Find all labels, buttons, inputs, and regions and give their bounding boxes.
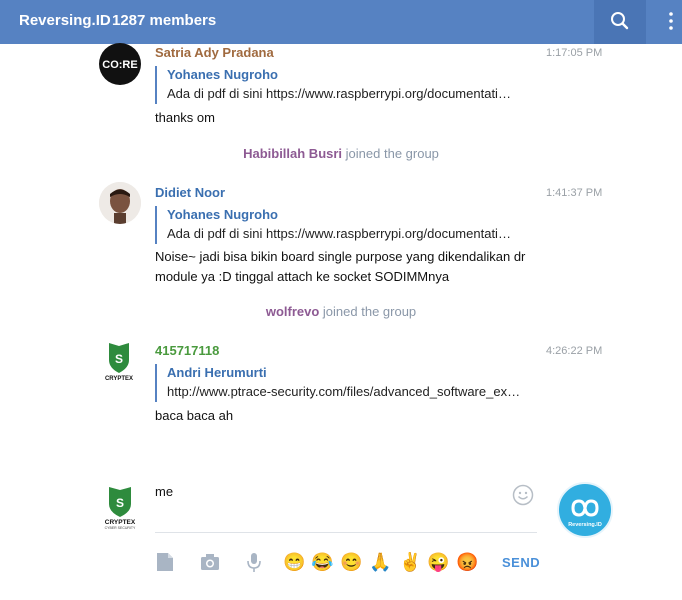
emoji-wink-tongue[interactable]: 😜 <box>427 551 449 573</box>
emoji-blush[interactable]: 😊 <box>340 551 362 573</box>
message-input[interactable]: me <box>155 484 537 533</box>
reply-text: http://www.ptrace-security.com/files/adv… <box>167 384 521 399</box>
service-user[interactable]: Habibillah Busri <box>243 146 342 161</box>
camera-icon <box>201 554 219 570</box>
message-text: Noise~ jadi bisa bikin board single purp… <box>155 247 545 287</box>
core-logo-icon: CO:RE <box>102 59 137 71</box>
logo-text: Reversing.ID <box>568 522 602 528</box>
avatar-logo-text: CRYPTEX <box>105 519 136 526</box>
avatar-logo-subtext: CYBER SECURITY <box>105 526 136 530</box>
document-icon <box>157 553 173 571</box>
my-avatar[interactable]: S CRYPTEX CYBER SECURITY <box>99 486 141 530</box>
chat-header: Reversing.ID 1287 members <box>0 0 682 44</box>
search-icon <box>611 12 629 30</box>
service-user[interactable]: wolfrevo <box>266 304 319 319</box>
search-button[interactable] <box>594 0 646 44</box>
user-photo-icon <box>99 182 141 224</box>
reply-quote[interactable]: Yohanes Nugroho Ada di pdf di sini https… <box>155 66 537 104</box>
service-message: wolfrevo joined the group <box>0 304 682 319</box>
avatar[interactable]: CO:RE <box>99 43 141 85</box>
message-text-line: module ya :D tinggal attach ke socket SO… <box>155 269 450 284</box>
member-count[interactable]: 1287 members <box>112 12 216 29</box>
send-button[interactable]: SEND <box>502 555 540 570</box>
reply-author: Yohanes Nugroho <box>167 67 278 82</box>
voice-record-button[interactable] <box>243 551 265 573</box>
message-text-line: Noise~ jadi bisa bikin board single purp… <box>155 249 526 264</box>
cryptex-logo-icon: S CRYPTEX <box>105 343 133 382</box>
reply-quote[interactable]: Andri Herumurti http://www.ptrace-securi… <box>155 364 537 402</box>
reply-text: Ada di pdf di sini https://www.raspberry… <box>167 226 511 241</box>
cryptex-logo-icon: S CRYPTEX CYBER SECURITY <box>105 487 136 530</box>
avatar-logo-text: CO:RE <box>102 59 137 71</box>
message-text: baca baca ah <box>155 408 234 423</box>
emoji-grin[interactable]: 😁 <box>283 551 305 573</box>
avatar[interactable] <box>99 182 141 224</box>
reply-author: Yohanes Nugroho <box>167 207 278 222</box>
sender-name[interactable]: Didiet Noor <box>155 185 225 200</box>
attach-photo-button[interactable] <box>199 551 221 573</box>
sender-name[interactable]: Satria Ady Pradana <box>155 45 274 60</box>
more-vertical-icon <box>669 12 673 30</box>
message-time: 1:41:37 PM <box>546 187 603 199</box>
service-message: Habibillah Busri joined the group <box>0 146 682 161</box>
emoji-victory[interactable]: ✌ <box>399 551 421 573</box>
emoji-pray[interactable]: 🙏 <box>369 551 391 573</box>
chat-title[interactable]: Reversing.ID <box>19 12 111 29</box>
avatar-logo-text: CRYPTEX <box>105 376 133 382</box>
more-menu-button[interactable] <box>660 0 682 44</box>
service-action: joined the group <box>322 304 417 319</box>
reversing-id-logo: Reversing.ID <box>557 482 613 538</box>
reply-text: Ada di pdf di sini https://www.raspberry… <box>167 86 511 101</box>
microphone-icon <box>247 553 261 572</box>
attach-file-button[interactable] <box>154 551 176 573</box>
reply-author: Andri Herumurti <box>167 365 267 380</box>
avatar[interactable]: S CRYPTEX <box>99 340 141 382</box>
sender-name[interactable]: 415717118 <box>155 343 219 358</box>
reply-quote[interactable]: Yohanes Nugroho Ada di pdf di sini https… <box>155 206 537 244</box>
message-time: 1:17:05 PM <box>546 47 603 59</box>
message-time: 4:26:22 PM <box>546 345 603 357</box>
smiley-icon <box>512 484 534 506</box>
svg-text:S: S <box>115 352 123 366</box>
infinity-logo-icon: Reversing.ID <box>568 499 602 528</box>
svg-text:S: S <box>116 496 124 510</box>
message-text: thanks om <box>155 110 215 125</box>
emoji-button[interactable] <box>512 484 534 506</box>
emoji-joy[interactable]: 😂 <box>311 551 333 573</box>
emoji-rage[interactable]: 😡 <box>456 551 478 573</box>
service-action: joined the group <box>345 146 439 161</box>
